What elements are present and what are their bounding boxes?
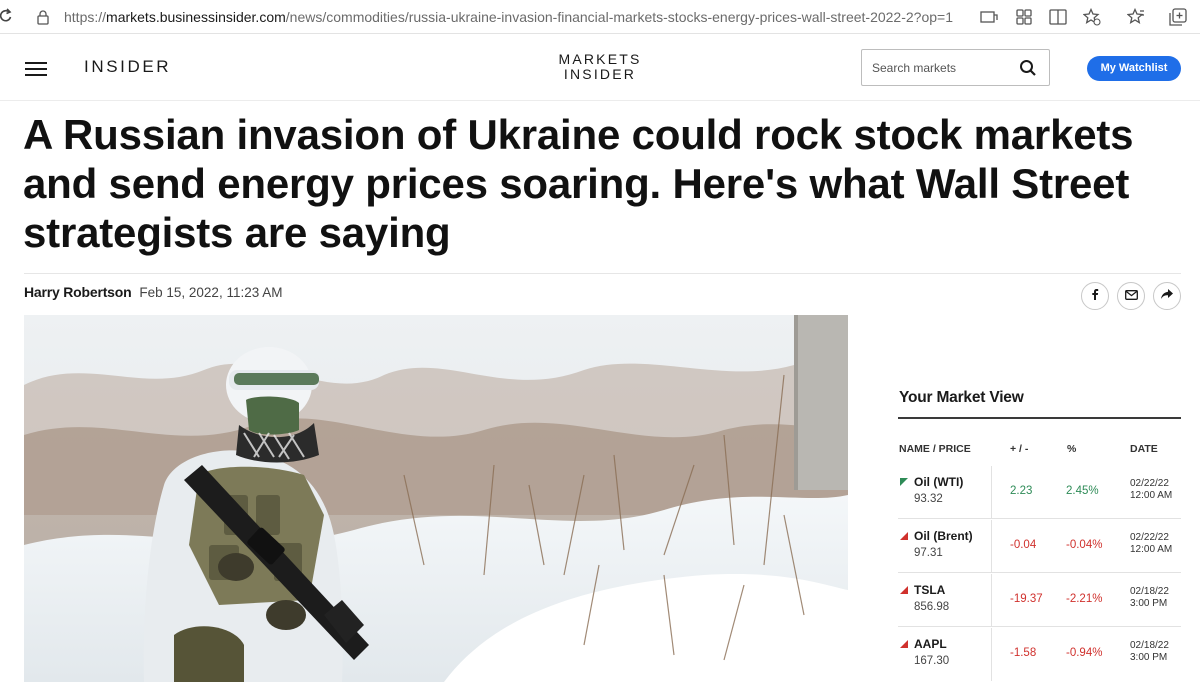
- favorites-icon[interactable]: [1125, 6, 1147, 28]
- url-host: markets.businessinsider.com: [106, 9, 286, 25]
- instrument-name[interactable]: Oil (WTI): [914, 475, 963, 489]
- article-headline: A Russian invasion of Ukraine could rock…: [23, 111, 1134, 256]
- instrument-name[interactable]: TSLA: [914, 583, 945, 597]
- market-row-aapl[interactable]: AAPL 167.30 -1.58 -0.94% 02/18/22 3:00 P…: [898, 628, 1181, 681]
- market-row-tsla[interactable]: TSLA 856.98 -19.37 -2.21% 02/18/22 3:00 …: [898, 574, 1181, 627]
- market-row-oil-brent[interactable]: Oil (Brent) 97.31 -0.04 -0.04% 02/22/22 …: [898, 520, 1181, 573]
- share-icon: [1161, 287, 1173, 305]
- percent-change: 2.45%: [1066, 485, 1099, 497]
- my-watchlist-button[interactable]: My Watchlist: [1087, 56, 1181, 81]
- instrument-name[interactable]: Oil (Brent): [914, 529, 973, 543]
- search-input[interactable]: [872, 59, 1012, 77]
- email-share-button[interactable]: [1117, 282, 1145, 310]
- insider-brand[interactable]: INSIDER: [84, 57, 171, 77]
- quote-time: 12:00 AM: [1130, 490, 1173, 501]
- column-header-percent[interactable]: %: [1067, 443, 1076, 455]
- up-arrow-icon: [900, 478, 908, 486]
- quote-datetime: 02/22/22 12:00 AM: [1130, 478, 1172, 502]
- price-change: -1.58: [1010, 647, 1037, 659]
- quote-datetime: 02/22/22 12:00 AM: [1130, 532, 1172, 556]
- author-name[interactable]: Harry Robertson: [24, 284, 132, 300]
- column-header-date[interactable]: DATE: [1130, 443, 1158, 455]
- menu-icon[interactable]: [25, 62, 47, 76]
- collections-icon[interactable]: [1167, 6, 1189, 28]
- column-header-change[interactable]: + / -: [1010, 443, 1028, 455]
- email-icon: [1124, 287, 1138, 305]
- column-header-name-price[interactable]: NAME / PRICE: [899, 443, 971, 455]
- price-change: -0.04: [1010, 539, 1037, 551]
- market-view-divider: [898, 417, 1181, 419]
- price-change: 2.23: [1010, 485, 1033, 497]
- share-button[interactable]: [1153, 282, 1181, 310]
- percent-change: -2.21%: [1066, 593, 1103, 605]
- market-view-title: Your Market View: [899, 389, 1024, 406]
- facebook-icon: [1089, 287, 1101, 305]
- instrument-price: 93.32: [914, 493, 943, 505]
- address-bar[interactable]: https://markets.businessinsider.com/news…: [24, 4, 1112, 30]
- soldier-in-snow-illustration: [24, 315, 848, 682]
- percent-change: -0.94%: [1066, 647, 1103, 659]
- add-favorite-icon[interactable]: [1081, 6, 1103, 28]
- quote-date: 02/18/22: [1130, 586, 1169, 597]
- site-header: INSIDER MARKETS INSIDER My Watchlist: [0, 35, 1200, 101]
- quote-time: 12:00 AM: [1130, 544, 1173, 555]
- down-arrow-icon: [900, 532, 908, 540]
- percent-change: -0.04%: [1066, 539, 1103, 551]
- quote-date: 02/18/22: [1130, 640, 1169, 651]
- instrument-price: 856.98: [914, 601, 950, 613]
- quote-time: 3:00 PM: [1130, 652, 1168, 663]
- markets-insider-logo[interactable]: MARKETS INSIDER: [548, 52, 652, 82]
- url-text[interactable]: https://markets.businessinsider.com/news…: [64, 9, 953, 25]
- down-arrow-icon: [900, 586, 908, 594]
- divider: [24, 273, 1181, 274]
- quote-time: 3:00 PM: [1130, 598, 1168, 609]
- reader-mode-icon[interactable]: [978, 6, 1000, 28]
- apps-icon[interactable]: [1013, 6, 1035, 28]
- url-path: /news/commodities/russia-ukraine-invasio…: [285, 9, 953, 25]
- search-icon[interactable]: [1019, 59, 1037, 77]
- browser-toolbar: https://markets.businessinsider.com/news…: [0, 0, 1200, 34]
- quote-datetime: 02/18/22 3:00 PM: [1130, 586, 1169, 610]
- quote-date: 02/22/22: [1130, 478, 1169, 489]
- logo-line-2: INSIDER: [563, 66, 637, 82]
- search-box: [861, 49, 1050, 86]
- publish-date: Feb 15, 2022, 11:23 AM: [139, 285, 283, 300]
- instrument-price: 167.30: [914, 655, 950, 667]
- quote-date: 02/22/22: [1130, 532, 1169, 543]
- price-change: -19.37: [1010, 593, 1043, 605]
- down-arrow-icon: [900, 640, 908, 648]
- split-screen-icon[interactable]: [1047, 6, 1069, 28]
- instrument-name[interactable]: AAPL: [914, 637, 947, 651]
- logo-line-1: MARKETS: [558, 51, 642, 67]
- url-scheme: https://: [64, 9, 107, 25]
- byline: Harry Robertson Feb 15, 2022, 11:23 AM: [24, 284, 282, 300]
- facebook-share-button[interactable]: [1081, 282, 1109, 310]
- reload-icon[interactable]: [0, 8, 12, 24]
- market-row-oil-wti[interactable]: Oil (WTI) 93.32 2.23 2.45% 02/22/22 12:0…: [898, 466, 1181, 519]
- lock-icon[interactable]: [36, 9, 50, 25]
- quote-datetime: 02/18/22 3:00 PM: [1130, 640, 1169, 664]
- instrument-price: 97.31: [914, 547, 943, 559]
- article-hero-image: [24, 315, 848, 682]
